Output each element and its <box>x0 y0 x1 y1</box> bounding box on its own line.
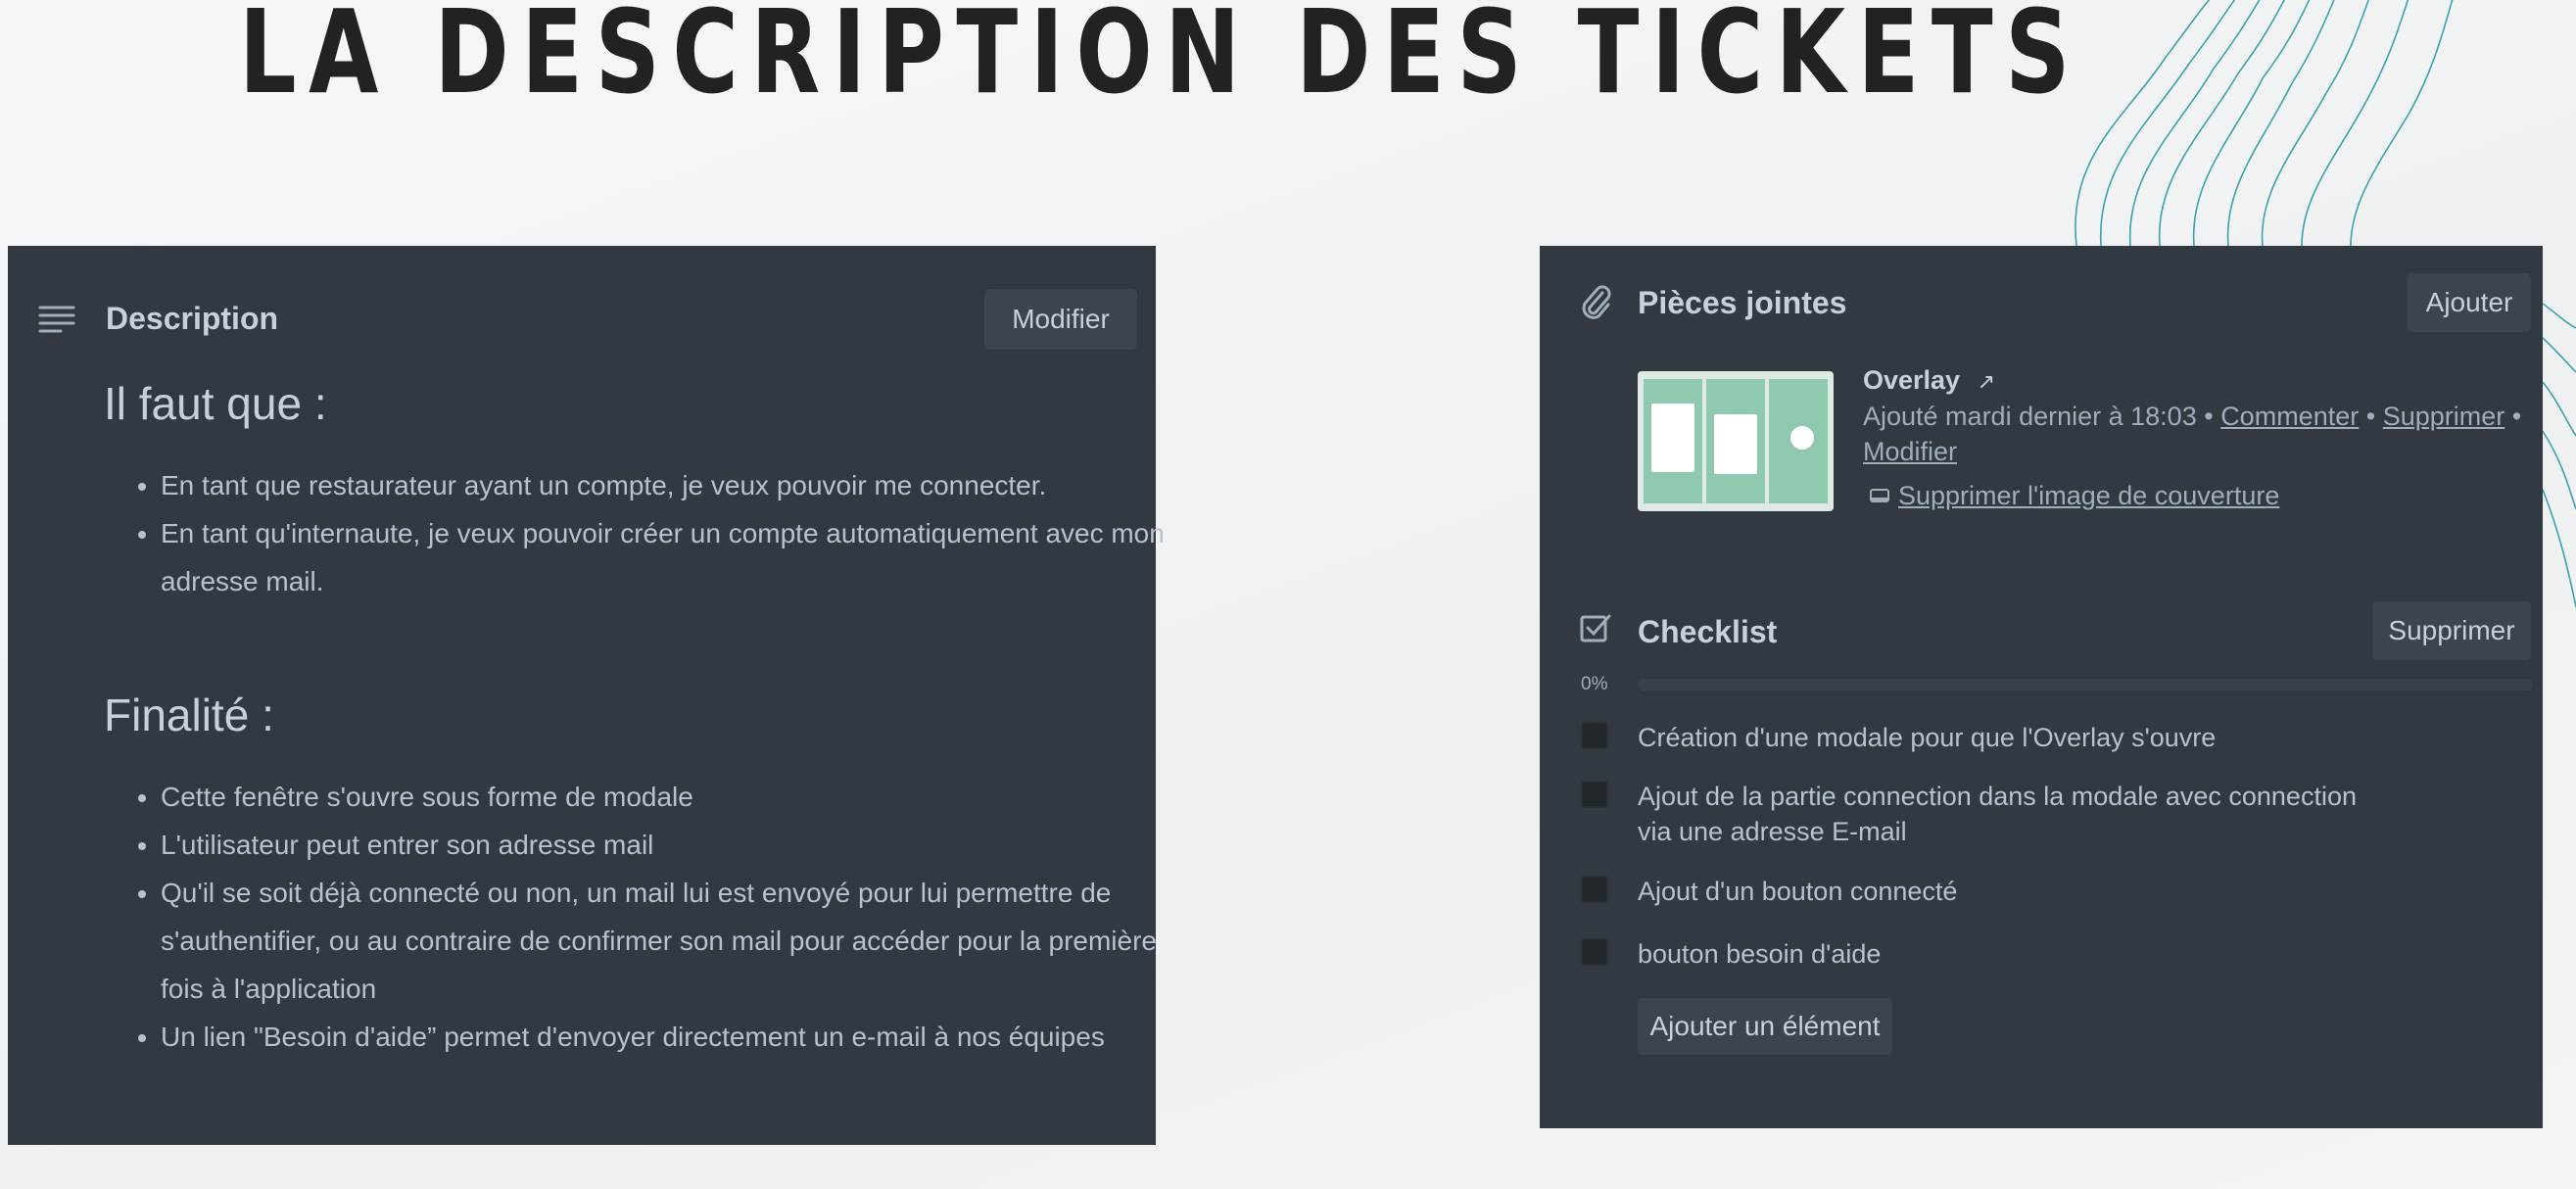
requirements-list: En tant que restaurateur ayant un compte… <box>121 461 1179 605</box>
card-cover-icon <box>1870 488 1889 502</box>
section-title-requirements: Il faut que : <box>104 378 327 429</box>
attachments-checklist-panel: Pièces jointes Ajouter Overlay ↗ Ajouté … <box>1540 246 2543 1128</box>
description-title: Description <box>106 301 279 336</box>
list-item: En tant qu'internaute, je veux pouvoir c… <box>161 509 1179 605</box>
checklist-item-text[interactable]: Ajout d'un bouton connecté <box>1638 874 2382 909</box>
attachments-title: Pièces jointes <box>1638 285 1847 320</box>
checklist-item[interactable]: bouton besoin d'aide <box>1581 936 1881 969</box>
add-checklist-item-button[interactable]: Ajouter un élément <box>1638 998 1892 1055</box>
checklist-item-text[interactable]: Création d'une modale pour que l'Overlay… <box>1638 720 2382 755</box>
section-title-purpose: Finalité : <box>104 690 274 740</box>
list-item: L'utilisateur peut entrer son adresse ma… <box>161 821 1179 869</box>
edit-attachment-link[interactable]: Modifier <box>1863 437 1957 466</box>
description-icon <box>38 306 75 333</box>
delete-attachment-link[interactable]: Supprimer <box>2383 402 2505 431</box>
remove-cover-link-text[interactable]: Supprimer l'image de couverture <box>1898 481 2279 511</box>
add-attachment-button[interactable]: Ajouter <box>2408 273 2531 332</box>
list-item: Qu'il se soit déjà connecté ou non, un m… <box>161 869 1179 1013</box>
checklist-icon <box>1580 614 1611 642</box>
list-item: En tant que restaurateur ayant un compte… <box>161 461 1179 509</box>
checklist-progress-bar <box>1638 679 2533 690</box>
checklist-checkbox[interactable] <box>1581 938 1608 966</box>
description-panel: Description Modifier Il faut que : En ta… <box>8 246 1165 1145</box>
delete-checklist-button[interactable]: Supprimer <box>2372 601 2531 660</box>
purpose-list: Cette fenêtre s'ouvre sous forme de moda… <box>121 773 1179 1061</box>
external-link-icon[interactable]: ↗ <box>1978 369 1995 394</box>
attachment-meta: Ajouté mardi dernier à 18:03 • Commenter… <box>1863 399 2529 469</box>
checklist-item-text[interactable]: bouton besoin d'aide <box>1638 936 2382 972</box>
comment-link[interactable]: Commenter <box>2220 402 2359 431</box>
attachment-thumbnail[interactable] <box>1638 371 1834 511</box>
checklist-checkbox[interactable] <box>1581 722 1608 749</box>
paperclip-icon <box>1582 285 1611 319</box>
list-item: Cette fenêtre s'ouvre sous forme de moda… <box>161 773 1179 821</box>
edit-description-button[interactable]: Modifier <box>984 289 1137 350</box>
attachment-name-text[interactable]: Overlay <box>1863 365 1960 395</box>
checklist-item-text[interactable]: Ajout de la partie connection dans la mo… <box>1638 779 2382 849</box>
separator: • <box>2511 402 2522 431</box>
list-item: Un lien "Besoin d'aide” permet d'envoyer… <box>161 1013 1179 1061</box>
remove-cover-link[interactable]: Supprimer l'image de couverture <box>1869 481 2279 511</box>
checklist-item[interactable]: Ajout de la partie connection dans la mo… <box>1581 779 2357 846</box>
checklist-item[interactable]: Création d'une modale pour que l'Overlay… <box>1581 720 2216 752</box>
checklist-item[interactable]: Ajout d'un bouton connecté <box>1581 874 1957 906</box>
checklist-progress-label: 0% <box>1581 674 1608 694</box>
checklist-checkbox[interactable] <box>1581 876 1608 903</box>
separator: • <box>2365 402 2376 431</box>
attachment-added-date: Ajouté mardi dernier à 18:03 • <box>1863 402 2214 431</box>
page-title: LA DESCRIPTION DES TICKETS <box>239 0 2082 119</box>
attachment-name[interactable]: Overlay ↗ <box>1863 365 1995 396</box>
checklist-title: Checklist <box>1638 614 1778 649</box>
checklist-checkbox[interactable] <box>1581 781 1608 808</box>
